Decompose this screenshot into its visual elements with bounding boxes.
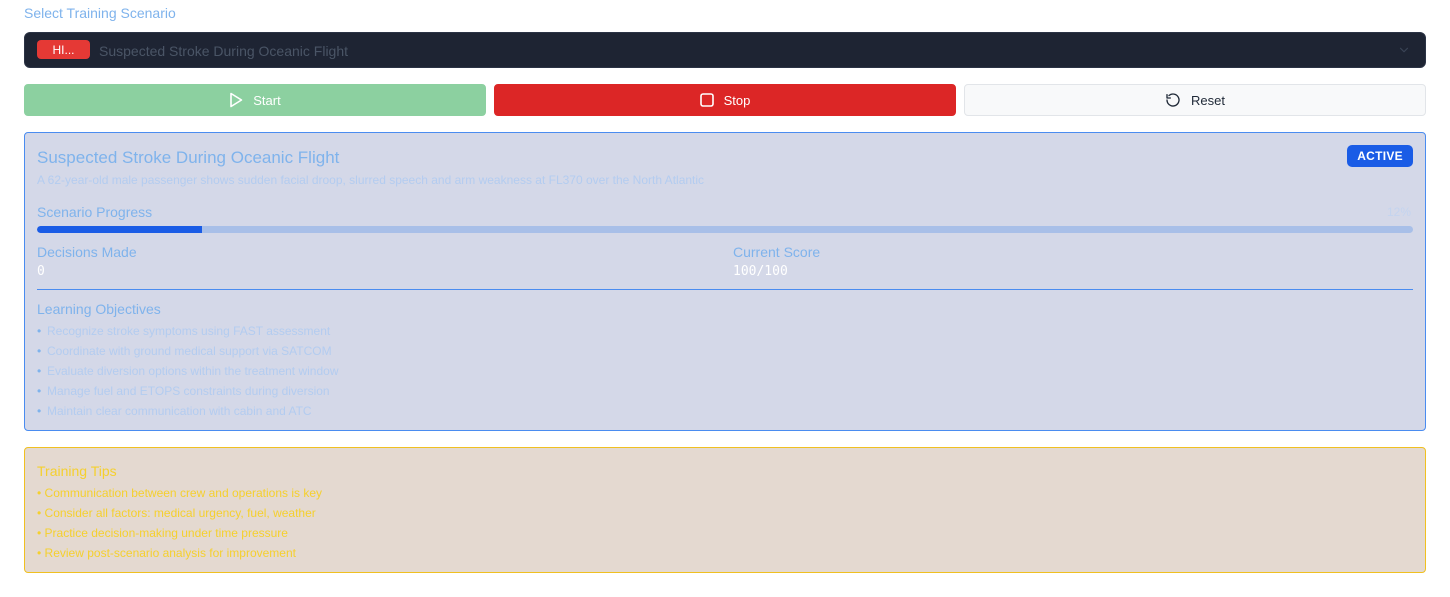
tips-card: Training Tips • Communication between cr…: [24, 447, 1426, 573]
stop-button-label: Stop: [723, 92, 751, 108]
tips-list: • Communication between crew and operati…: [37, 483, 322, 563]
tips-title: Training Tips: [37, 463, 117, 479]
select-value: Suspected Stroke During Oceanic Flight: [99, 43, 349, 59]
progress-bar: [37, 226, 1413, 233]
chevron-down-icon: [1397, 43, 1411, 62]
score-stat: Current Score 100/100: [733, 244, 820, 279]
decisions-label: Decisions Made: [37, 244, 137, 260]
objectives-title: Learning Objectives: [37, 301, 161, 317]
divider: [37, 289, 1413, 290]
control-bar: Start Stop Reset: [24, 84, 1426, 116]
stop-icon: [699, 93, 714, 107]
scenario-select[interactable]: HI... Suspected Stroke During Oceanic Fl…: [24, 32, 1426, 68]
play-icon: [229, 92, 243, 108]
bullet: •: [37, 364, 42, 378]
bullet: •: [37, 324, 42, 338]
list-item: • Consider all factors: medical urgency,…: [37, 506, 316, 520]
bullet: •: [37, 384, 42, 398]
list-item: • Maintain clear communication with cabin…: [37, 401, 339, 421]
objective-text: Maintain clear communication with cabin …: [47, 404, 312, 418]
scenario-title: Suspected Stroke During Oceanic Flight: [37, 148, 340, 167]
start-button-label: Start: [253, 92, 281, 108]
reset-button[interactable]: Reset: [964, 84, 1426, 116]
list-item: • Evaluate diversion options within the t…: [37, 361, 339, 381]
bullet: •: [37, 404, 42, 418]
list-item: • Coordinate with ground medical support …: [37, 341, 339, 361]
scenario-card: Suspected Stroke During Oceanic Flight A…: [24, 132, 1426, 431]
bullet: •: [37, 344, 42, 358]
stop-button[interactable]: Stop: [494, 84, 956, 116]
severity-badge: HI...: [37, 40, 90, 59]
scenario-description: A 62-year-old male passenger shows sudde…: [37, 173, 705, 187]
objectives-list: • Recognize stroke symptoms using FAST as…: [37, 321, 339, 421]
list-item: • Review post-scenario analysis for impr…: [37, 546, 296, 560]
progress-percent: 12%: [1386, 205, 1411, 219]
objective-text: Recognize stroke symptoms using FAST ass…: [47, 324, 331, 338]
list-item: • Practice decision-making under time pr…: [37, 526, 288, 540]
score-value: 100/100: [733, 264, 788, 279]
list-item: • Communication between crew and operati…: [37, 486, 323, 500]
rotate-ccw-icon: [1165, 92, 1181, 108]
decisions-value: 0: [37, 264, 45, 279]
score-label: Current Score: [733, 244, 821, 260]
status-badge: ACTIVE: [1347, 145, 1413, 167]
progress-fill: [37, 226, 203, 233]
decisions-stat: Decisions Made 0: [37, 244, 137, 279]
reset-button-label: Reset: [1191, 92, 1225, 108]
list-item: • Recognize stroke symptoms using FAST as…: [37, 321, 339, 341]
objective-text: Coordinate with ground medical support v…: [47, 344, 332, 358]
progress-label: Scenario Progress: [37, 204, 153, 220]
objective-text: Evaluate diversion options within the tr…: [47, 364, 339, 378]
list-item: • Manage fuel and ETOPS constraints durin…: [37, 381, 339, 401]
objective-text: Manage fuel and ETOPS constraints during…: [47, 384, 330, 398]
select-label: Select Training Scenario: [24, 5, 176, 21]
start-button[interactable]: Start: [24, 84, 486, 116]
